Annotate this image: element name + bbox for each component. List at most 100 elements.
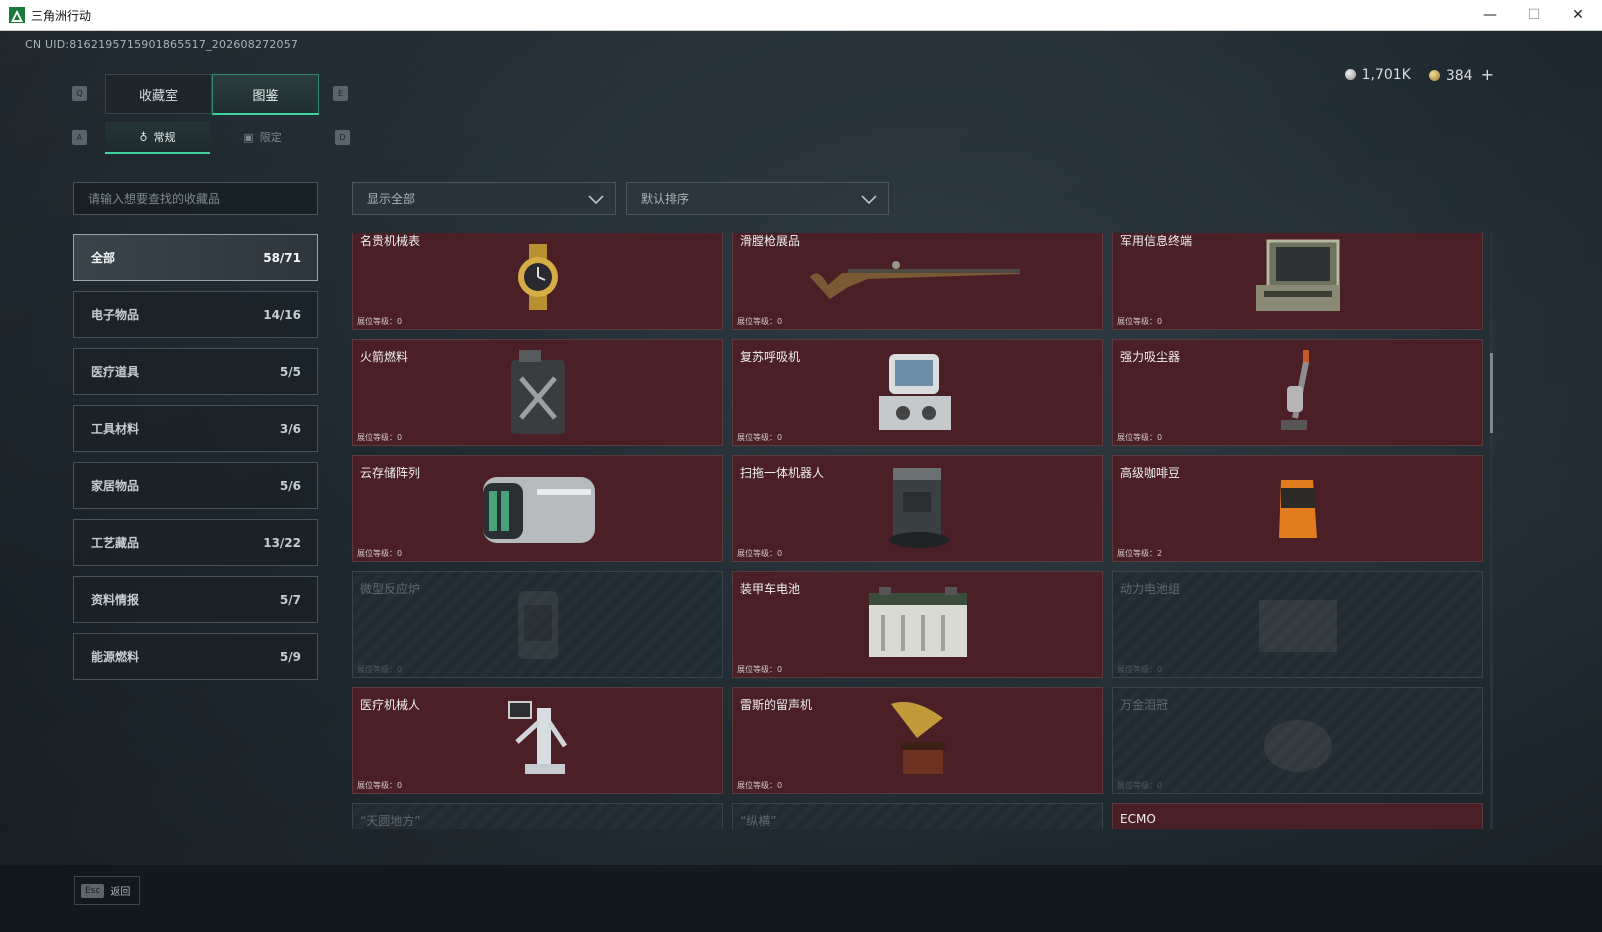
collection-card[interactable]: 云存储阵列展位等级：0 [352, 455, 723, 562]
grid-scrollbar[interactable] [1490, 233, 1493, 829]
card-title: ECMO [1120, 812, 1156, 826]
card-level: 展位等级：2 [1117, 549, 1163, 558]
card-level: 展位等级：0 [1117, 317, 1163, 326]
category-count: 58/71 [263, 250, 301, 265]
sub-tabs: ♁ 常规 ▣ 限定 [105, 122, 315, 154]
collection-card[interactable]: 装甲车电池展位等级：0 [732, 571, 1103, 678]
category-item[interactable]: 资料情报 5/7 [73, 576, 318, 623]
crown-icon [1113, 688, 1482, 793]
collection-card[interactable]: 扫拖一体机器人 展位等级：0 [732, 455, 1103, 562]
collection-card[interactable]: 军用信息终端展位等级：0 [1112, 233, 1483, 330]
card-title: 雷斯的留声机 [740, 698, 813, 712]
category-count: 5/5 [279, 364, 301, 379]
category-item[interactable]: 全部 58/71 [73, 234, 318, 281]
card-title: 动力电池组 [1120, 582, 1181, 596]
category-label: 医疗道具 [91, 365, 140, 379]
gold-coin-icon [1428, 70, 1440, 81]
collection-card[interactable]: 高级咖啡豆 展位等级：2 [1112, 455, 1483, 562]
card-level: 展位等级：0 [1117, 781, 1163, 790]
category-label: 全部 [91, 251, 116, 265]
app-root: 三角洲行动 — ☐ ✕ CN UID:8162195715901865517_2… [0, 0, 1602, 932]
close-button[interactable]: ✕ [1556, 0, 1600, 30]
category-label: 能源燃料 [91, 650, 140, 664]
search-input[interactable]: 请输入想要查找的收藏品 [73, 182, 318, 215]
key-hint-e: E [333, 86, 348, 101]
collection-card[interactable]: 雷斯的留声机展位等级：0 [732, 687, 1103, 794]
gold-amount: 384 [1445, 68, 1473, 84]
collection-card[interactable]: 火箭燃料 展位等级：0 [352, 339, 723, 446]
collection-card[interactable]: 名贵机械表 展位等级：0 [352, 233, 723, 330]
card-title: 名贵机械表 [360, 234, 421, 248]
card-title: “纵横” [740, 814, 777, 828]
chevron-down-icon [861, 195, 877, 205]
category-item[interactable]: 医疗道具 5/5 [73, 348, 318, 395]
gold-currency: 384 + [1428, 65, 1494, 84]
collection-card[interactable]: ECMO展位等级：0 [1112, 803, 1483, 829]
subtab-limited[interactable]: ▣ 限定 [210, 122, 315, 152]
category-item[interactable]: 工艺藏品 13/22 [73, 519, 318, 566]
bottom-bar: Esc 返回 [0, 865, 1602, 932]
collection-grid: 名贵机械表 展位等级：0 滑膛枪展品 展位等级：0 军用信息终端 展位等级：0 火箭燃料 展位… [352, 233, 1483, 829]
card-title: 扫拖一体机器人 [740, 466, 825, 480]
card-level: 展位等级：0 [357, 549, 403, 558]
category-item[interactable]: 能源燃料 5/9 [73, 633, 318, 680]
card-title: “天圆地方” [360, 814, 421, 828]
back-label: 返回 [110, 887, 131, 898]
collection-card[interactable]: 动力电池组 展位等级：0 [1112, 571, 1483, 678]
card-title: 云存储阵列 [360, 466, 421, 480]
collection-grid-viewport: 名贵机械表 展位等级：0 滑膛枪展品 展位等级：0 军用信息终端 展位等级：0 火箭燃料 展位… [352, 233, 1485, 829]
card-title: 微型反应炉 [360, 582, 421, 596]
card-level: 展位等级：0 [737, 317, 783, 326]
collection-card[interactable]: 万金泪冠展位等级：0 [1112, 687, 1483, 794]
collection-card[interactable]: “纵横”展位等级：0 [732, 803, 1103, 829]
fuel-can-icon [353, 340, 722, 445]
card-level: 展位等级：0 [357, 781, 403, 790]
silver-amount: 1,701K [1361, 66, 1411, 83]
card-level: 展位等级：0 [357, 433, 403, 442]
sort-dropdown[interactable]: 默认排序 [626, 182, 889, 215]
window-titlebar: 三角洲行动 — ☐ ✕ [0, 0, 1602, 31]
category-item[interactable]: 家居物品 5/6 [73, 462, 318, 509]
scrollbar-thumb[interactable] [1490, 353, 1493, 433]
sort-value: 默认排序 [641, 192, 690, 206]
collection-card[interactable]: 复苏呼吸机 展位等级：0 [732, 339, 1103, 446]
collection-card[interactable]: 滑膛枪展品 展位等级：0 [732, 233, 1103, 330]
category-list: 全部 58/71 电子物品 14/16 医疗道具 5/5 工具材料 3/6 家居物品 5/6 工艺藏… [73, 234, 318, 690]
tab-codex[interactable]: 图鉴 [212, 74, 319, 115]
card-level: 展位等级：0 [357, 665, 403, 674]
collection-card[interactable]: 微型反应炉展位等级：0 [352, 571, 723, 678]
category-count: 5/9 [279, 649, 301, 664]
collection-card[interactable]: 医疗机械人 展位等级：0 [352, 687, 723, 794]
filter-value: 显示全部 [367, 192, 416, 206]
back-button[interactable]: Esc 返回 [74, 876, 140, 905]
key-hint-a: A [72, 130, 87, 145]
maximize-button[interactable]: ☐ [1512, 0, 1556, 30]
collection-card[interactable]: 强力吸尘器展位等级：0 [1112, 339, 1483, 446]
card-title: 装甲车电池 [740, 582, 801, 596]
game-stage: CN UID:8162195715901865517_202608272057 … [0, 31, 1602, 932]
subtab-regular[interactable]: ♁ 常规 [105, 122, 210, 154]
card-title: 强力吸尘器 [1120, 350, 1181, 364]
silver-currency: 1,701K [1344, 66, 1411, 83]
add-currency-button[interactable]: + [1481, 65, 1494, 84]
currency-bar: 1,701K 384 + [1344, 65, 1494, 84]
chevron-down-icon [588, 195, 604, 205]
collection-card[interactable]: “天圆地方”展位等级：0 [352, 803, 723, 829]
card-title: 万金泪冠 [1120, 698, 1169, 712]
card-title: 军用信息终端 [1120, 234, 1193, 248]
category-count: 3/6 [279, 421, 301, 436]
tab-collection-room[interactable]: 收藏室 [105, 74, 212, 114]
ecmo-icon [1113, 804, 1482, 829]
category-item[interactable]: 工具材料 3/6 [73, 405, 318, 452]
card-level: 展位等级：0 [737, 781, 783, 790]
minimize-button[interactable]: — [1468, 0, 1512, 30]
app-logo-icon [9, 7, 25, 23]
category-item[interactable]: 电子物品 14/16 [73, 291, 318, 338]
category-label: 家居物品 [91, 479, 140, 493]
category-count: 5/6 [279, 478, 301, 493]
card-level: 展位等级：0 [737, 665, 783, 674]
esc-key: Esc [81, 883, 105, 898]
category-label: 电子物品 [91, 308, 140, 322]
card-level: 展位等级：0 [1117, 433, 1163, 442]
filter-dropdown[interactable]: 显示全部 [352, 182, 616, 215]
